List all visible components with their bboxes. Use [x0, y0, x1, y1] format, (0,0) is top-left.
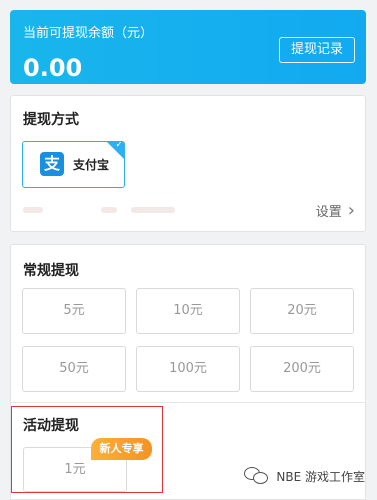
divider: [11, 402, 365, 403]
amount-option[interactable]: 20元: [250, 288, 354, 334]
withdraw-history-button[interactable]: 提现记录: [279, 37, 355, 63]
blurred-text: [23, 207, 43, 213]
alipay-label: 支付宝: [73, 158, 110, 172]
alipay-icon: 支: [40, 152, 64, 176]
chevron-right-icon: ›: [347, 199, 355, 221]
settings-link[interactable]: 设置 ›: [316, 201, 355, 220]
withdraw-method-card: 提现方式 支 支付宝 ✓ 设置 ›: [10, 95, 366, 232]
alipay-option[interactable]: 支 支付宝 ✓: [22, 141, 125, 188]
amount-option[interactable]: 5元: [22, 288, 126, 334]
settings-label: 设置: [315, 205, 342, 220]
balance-label: 当前可提现余额（元）: [23, 26, 154, 41]
watermark-text: NBE 游戏工作室: [276, 469, 365, 484]
blurred-text: [131, 207, 175, 213]
amount-option[interactable]: 50元: [22, 346, 126, 392]
wechat-icon: [244, 466, 270, 486]
activity-title: 活动提现: [23, 418, 79, 434]
balance-card: 当前可提现余额（元） 0.00 提现记录: [10, 10, 366, 84]
amount-option[interactable]: 100元: [136, 346, 240, 392]
method-title: 提现方式: [23, 112, 79, 128]
amount-option[interactable]: 200元: [250, 346, 354, 392]
amount-option[interactable]: 10元: [136, 288, 240, 334]
newbie-badge: 新人专享: [91, 438, 152, 460]
balance-amount: 0.00: [23, 54, 83, 82]
blurred-text: [101, 207, 117, 213]
activity-withdraw-section: 活动提现 1元 新人专享: [11, 406, 163, 493]
watermark: NBE 游戏工作室: [244, 466, 365, 486]
check-icon: ✓: [115, 141, 123, 150]
regular-title: 常规提现: [23, 263, 79, 279]
